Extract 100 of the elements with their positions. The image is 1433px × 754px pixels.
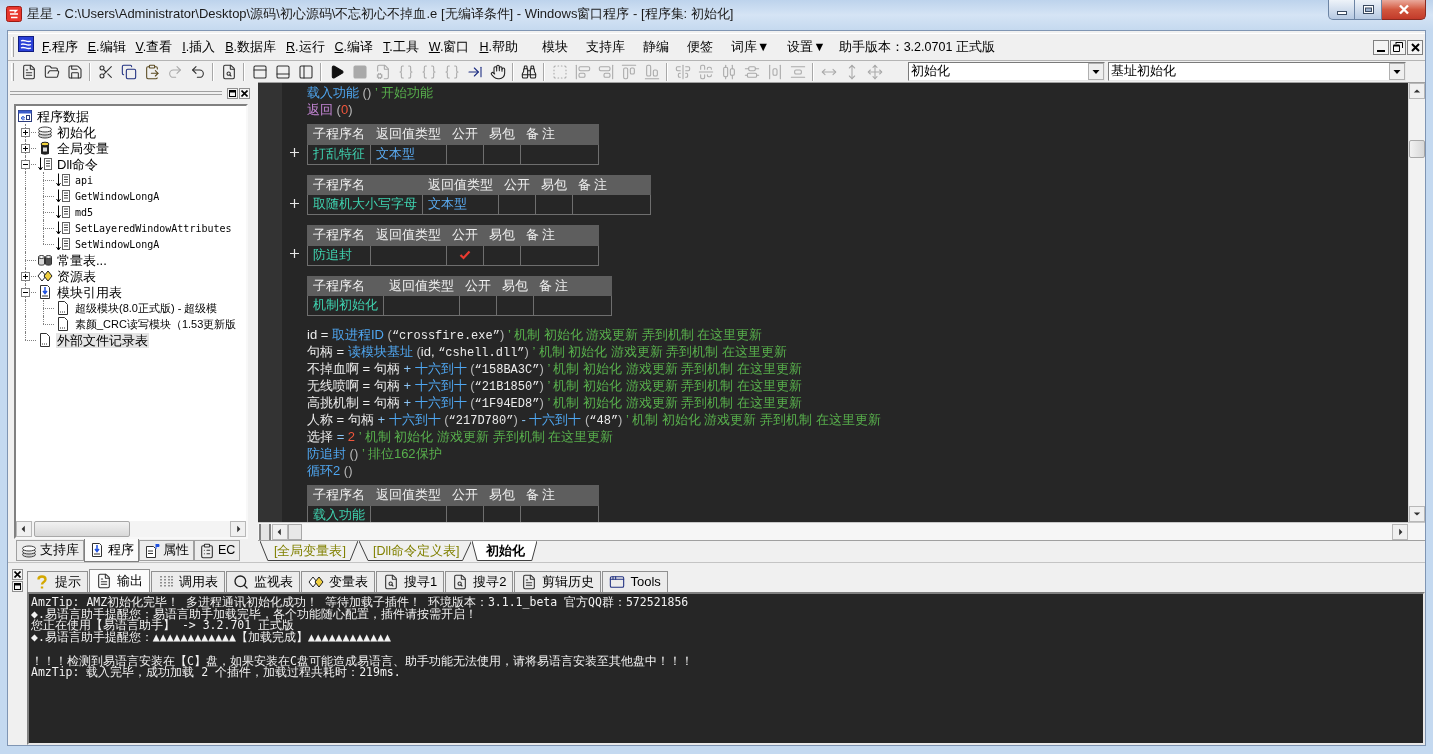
scroll-right-button[interactable]	[230, 521, 246, 537]
scroll-right-button[interactable]	[1392, 523, 1408, 540]
code-line: 句柄 = 读模块基址 (id, “cshell.dll”) ’ 机制 初始化 游戏更新 弄到机制 在这里更新	[307, 343, 787, 360]
dropdown[interactable]: 基址初始化	[1108, 62, 1406, 81]
output-tab[interactable]: 调用表	[151, 571, 225, 592]
tree-item[interactable]: md5	[74, 204, 95, 220]
editor-tab[interactable]: [全局变量表]	[260, 541, 358, 561]
tree-item[interactable]: 初始化	[56, 124, 97, 140]
space-vertical-icon	[789, 63, 806, 80]
panel-tab[interactable]: 属性	[139, 540, 194, 561]
output-tab[interactable]: 输出	[89, 569, 150, 592]
menu-item[interactable]: 支持库	[580, 37, 630, 57]
tree-item[interactable]: Dll命令	[56, 156, 100, 172]
restore-button[interactable]	[1390, 39, 1406, 55]
scroll-left-button[interactable]	[16, 521, 32, 537]
menu-item[interactable]: W.窗口	[423, 37, 475, 57]
plus-icon[interactable]	[290, 249, 299, 258]
tree-item[interactable]: 程序数据	[36, 108, 90, 124]
tree-item[interactable]: 全局变量	[56, 140, 110, 156]
plus-icon[interactable]	[290, 198, 299, 208]
panel-tab[interactable]: 支持库	[16, 540, 84, 561]
menu-item[interactable]: F.程序	[37, 37, 83, 57]
close-button[interactable]	[1407, 39, 1423, 55]
copy-icon	[120, 63, 137, 80]
close-button[interactable]	[1382, 0, 1426, 20]
horizontal-scrollbar[interactable]	[16, 521, 246, 537]
output-tab[interactable]: 搜寻2	[445, 571, 514, 592]
vertical-scrollbar[interactable]	[1408, 83, 1425, 522]
tree-item[interactable]: 超级模块(8.0正式版) - 超级模	[74, 300, 219, 316]
pane-maximize-button[interactable]	[12, 581, 23, 592]
document-gear-icon	[374, 63, 391, 80]
scissors-icon	[97, 63, 114, 80]
tree-item[interactable]: 素颜_CRC读写模块（1.53更新版	[74, 316, 238, 332]
minimize-button[interactable]	[1328, 0, 1355, 20]
tree-item[interactable]: SetLayeredWindowAttributes	[74, 220, 233, 236]
menu-item[interactable]: E.编辑	[82, 37, 131, 57]
menu-item[interactable]: 设置▼	[782, 37, 831, 57]
editor-tab[interactable]: [Dll命令定义表]	[358, 541, 472, 561]
minus-box-icon[interactable]	[21, 288, 30, 297]
column-header: 公开	[446, 485, 484, 506]
console-line: AmzTip: 载入完毕，成功加载 2 个插件，加载过程共耗时：219ms.	[31, 667, 401, 679]
menu-item[interactable]: 词库▼	[725, 37, 775, 57]
menu-item[interactable]: 便签	[681, 37, 718, 57]
pane-close-button[interactable]	[239, 87, 250, 99]
tree-item[interactable]: SetWindowLongA	[74, 236, 161, 252]
menu-item[interactable]: V.查看	[130, 37, 178, 57]
editor-tab[interactable]: 初始化	[472, 541, 538, 561]
version-label: 助手版本：3.2.0701 正式版	[838, 38, 995, 56]
plus-icon[interactable]	[290, 148, 299, 157]
menu-item[interactable]: B.数据库	[220, 37, 282, 57]
tree-item[interactable]: GetWindowLongA	[74, 188, 161, 204]
menu-item[interactable]: I.插入	[177, 37, 221, 57]
diamonds-icon	[308, 574, 324, 590]
panel-tab[interactable]: EC	[194, 540, 241, 561]
splitter-handle[interactable]	[259, 523, 271, 540]
output-tab[interactable]: 监视表	[226, 571, 300, 592]
pane-maximize-button[interactable]	[227, 87, 238, 99]
stop-icon	[351, 63, 368, 80]
console-line: AmzTip: AMZ初始化完毕！ 多进程通讯初始化成功！ 等待加载子插件！ 环境版本：3.1.1_beta 官方QQ群：572521856	[31, 597, 689, 609]
menu-item[interactable]: T.工具	[378, 37, 424, 57]
tree-item[interactable]: 外部文件记录表	[56, 332, 149, 348]
dropdown[interactable]: 初始化	[908, 62, 1105, 81]
output-tab[interactable]: 剪辑历史	[514, 571, 602, 592]
scrollbar-thumb[interactable]	[1409, 140, 1425, 158]
plus-box-icon[interactable]	[21, 272, 30, 281]
panel-bottom-icon	[274, 63, 291, 80]
table-cell: 防追封	[307, 245, 371, 265]
scrollbar-thumb[interactable]	[34, 521, 130, 537]
menu-item[interactable]: 静编	[637, 37, 674, 57]
scroll-left-button[interactable]	[272, 523, 288, 540]
column-header: 易包	[496, 276, 534, 296]
output-tab[interactable]: Tools	[602, 571, 668, 592]
menu-item[interactable]: R.运行	[281, 37, 330, 57]
cylinders-icon	[37, 252, 53, 268]
output-tab[interactable]: 提示	[27, 571, 88, 592]
plus-box-icon[interactable]	[21, 128, 30, 137]
tree-item[interactable]: 常量表...	[56, 252, 108, 268]
code-line: 不掉血啊 = 句柄 + 十六到十 (“158BA3C”) ’ 机制 初始化 游戏更新 弄到机制 在这里更新	[307, 360, 802, 377]
plus-box-icon[interactable]	[21, 144, 30, 153]
menu-item[interactable]: 模块	[536, 37, 573, 57]
menu-item[interactable]: H.帮助	[474, 37, 523, 57]
square-icon	[14, 583, 21, 590]
minimize-button[interactable]	[1373, 39, 1389, 55]
code-line: 高挑机制 = 句柄 + 十六到十 (“1F94ED8”) ’ 机制 初始化 游戏更新 弄到机制 在这里更新	[307, 394, 802, 411]
scroll-up-button[interactable]	[1409, 83, 1425, 99]
tree-item[interactable]: api	[74, 172, 95, 188]
maximize-button[interactable]	[1355, 0, 1382, 20]
menu-item[interactable]: C.编译	[329, 37, 379, 57]
undo-icon	[189, 63, 206, 80]
tree-item[interactable]: 资源表	[56, 268, 97, 284]
output-tab[interactable]: 搜寻1	[376, 571, 445, 592]
pane-close-button[interactable]	[12, 569, 23, 580]
scroll-down-button[interactable]	[1409, 506, 1425, 522]
arrow-list-icon	[55, 236, 71, 252]
minus-box-icon[interactable]	[21, 160, 30, 169]
scrollbar-thumb[interactable]	[288, 523, 302, 540]
horizontal-scrollbar[interactable]	[258, 522, 1425, 540]
panel-tab[interactable]: 程序	[84, 539, 139, 562]
output-tab[interactable]: 变量表	[301, 571, 375, 592]
tree-item[interactable]: 模块引用表	[56, 284, 123, 300]
